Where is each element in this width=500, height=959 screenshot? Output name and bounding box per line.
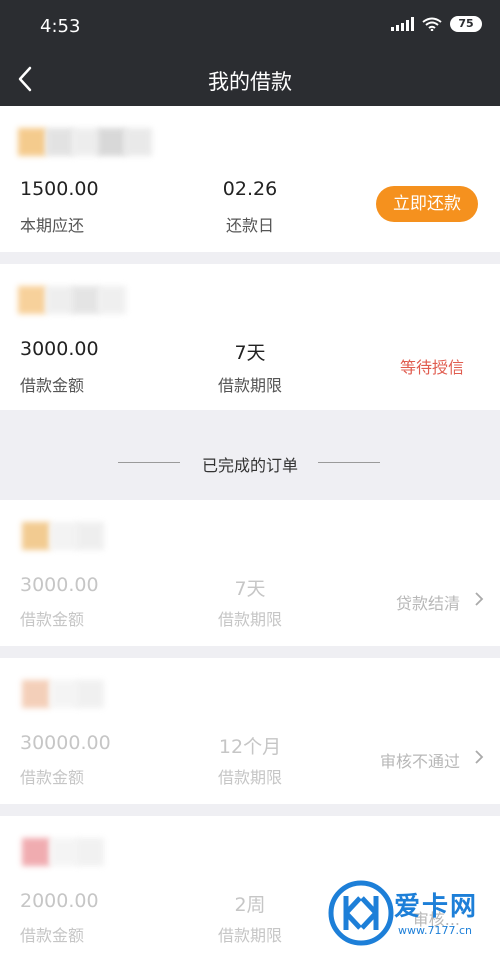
loan-term: 7天 — [234, 578, 266, 600]
watermark-url: www.7177.cn — [398, 924, 472, 937]
completed-orders-divider: 已完成的订单 — [0, 410, 500, 500]
status-time: 4:53 — [40, 16, 81, 37]
loan-amount: 3000.00 — [20, 338, 99, 360]
loan-amount-label: 借款金额 — [20, 768, 85, 787]
battery-icon: 75 — [450, 16, 482, 32]
signal-icon — [391, 17, 414, 31]
loan-term-label: 借款期限 — [217, 376, 282, 395]
loan-amount-label: 借款金额 — [20, 376, 85, 395]
loan-amount: 1500.00 — [20, 178, 99, 200]
blurred-product-logo — [0, 120, 170, 156]
blurred-product-logo — [0, 514, 170, 550]
page-title: 我的借款 — [208, 70, 292, 94]
loan-term-label: 借款期限 — [217, 610, 282, 629]
loan-card[interactable]: 1500.00 本期应还 02.26 还款日 立即还款 — [0, 106, 500, 252]
completed-loan-card[interactable]: 30000.00 借款金额 12个月 借款期限 审核不通过 — [0, 658, 500, 804]
loan-amount: 2000.00 — [20, 890, 99, 912]
nav-bar: 我的借款 — [0, 52, 500, 106]
blurred-product-logo — [0, 672, 170, 708]
blurred-product-logo — [0, 278, 170, 314]
divider-line-right — [318, 462, 380, 463]
loan-term-label: 借款期限 — [217, 926, 282, 945]
watermark-name: 爱卡网 — [394, 892, 479, 922]
loan-term: 12个月 — [218, 736, 282, 758]
loan-amount: 30000.00 — [20, 732, 111, 754]
loan-term: 2周 — [234, 894, 266, 916]
completed-orders-title: 已完成的订单 — [201, 456, 298, 475]
loan-amount-label: 借款金额 — [20, 926, 85, 945]
status-badge: 贷款结清 — [395, 594, 460, 613]
completed-loan-card[interactable]: 3000.00 借款金额 7天 借款期限 贷款结清 — [0, 500, 500, 646]
status-bar: 4:53 75 — [0, 0, 500, 52]
repay-date-label: 还款日 — [225, 216, 274, 235]
loan-amount: 3000.00 — [20, 574, 99, 596]
repay-date: 02.26 — [222, 178, 278, 200]
status-badge: 等待授信 — [399, 358, 464, 377]
watermark-logo-icon — [328, 880, 394, 946]
blurred-product-logo — [0, 830, 170, 866]
chevron-right-icon — [475, 750, 484, 764]
status-icons: 75 — [391, 16, 482, 32]
loan-card[interactable]: 3000.00 借款金额 7天 借款期限 等待授信 — [0, 264, 500, 410]
loan-term-label: 借款期限 — [217, 768, 282, 787]
status-badge: 审核不通过 — [379, 752, 460, 771]
loan-amount-label: 借款金额 — [20, 610, 85, 629]
chevron-right-icon — [475, 592, 484, 606]
watermark: 爱卡网 www.7177.cn — [328, 880, 496, 952]
wifi-icon — [422, 17, 442, 31]
repay-now-button[interactable]: 立即还款 — [376, 186, 478, 222]
loan-amount-label: 本期应还 — [20, 216, 85, 235]
loan-term: 7天 — [234, 342, 266, 364]
